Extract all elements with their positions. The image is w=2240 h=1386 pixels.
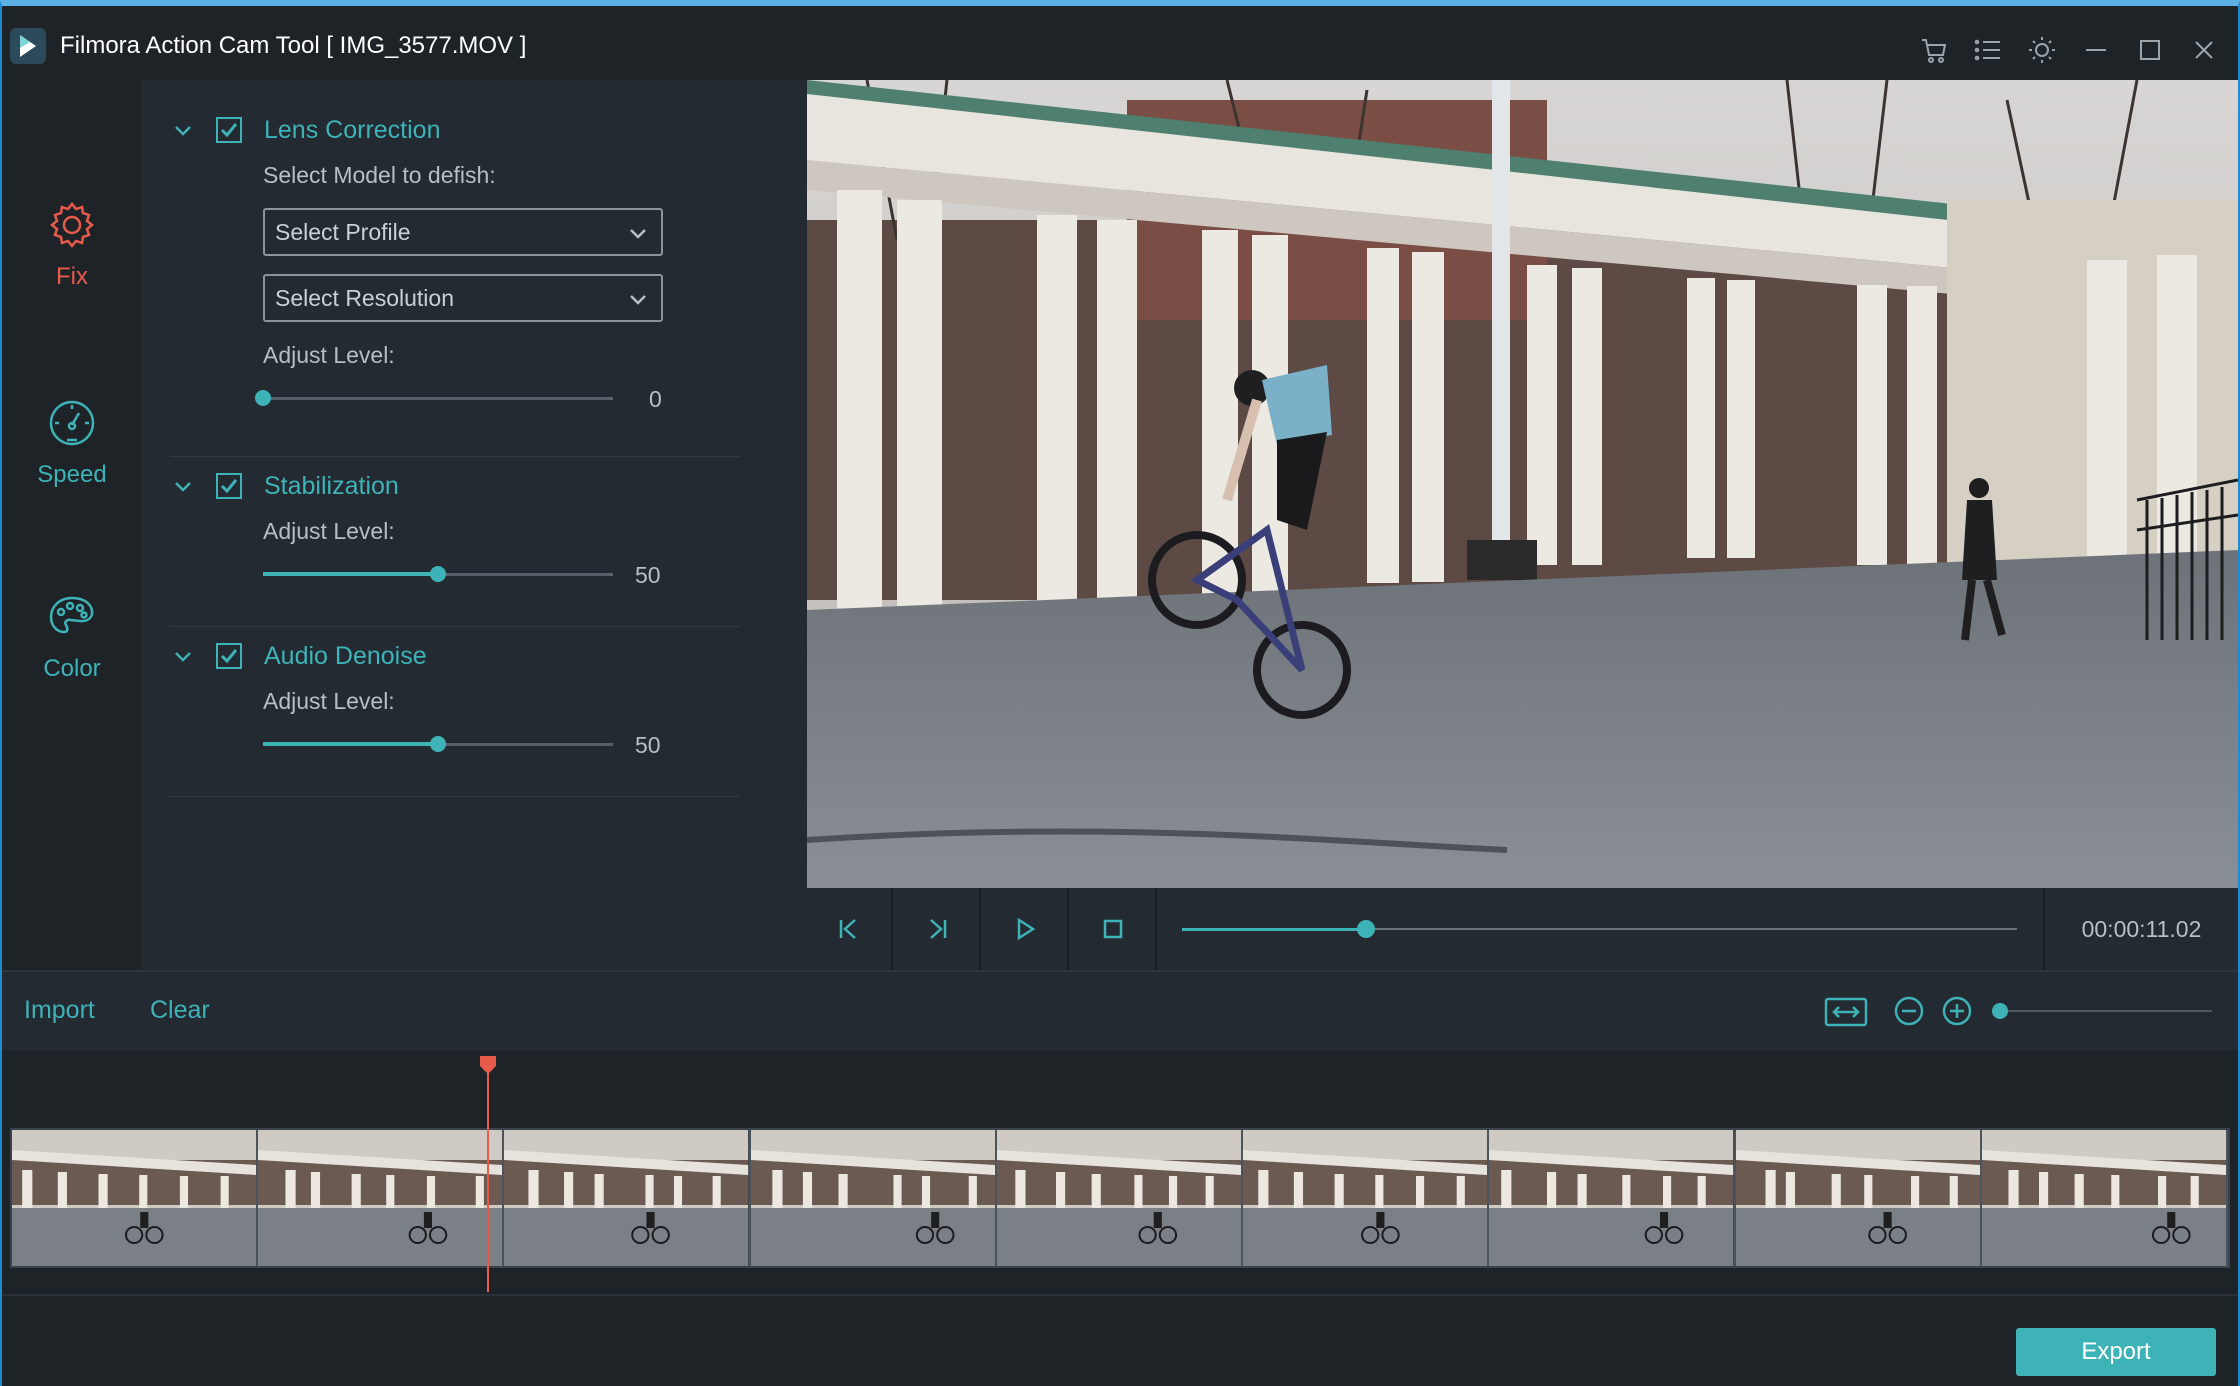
- slider-knob[interactable]: [430, 736, 446, 752]
- scrubber-fill: [1182, 928, 1366, 931]
- thumbnail-strip[interactable]: [10, 1128, 2230, 1268]
- close-icon[interactable]: [2188, 34, 2220, 66]
- rail-item-speed[interactable]: Speed: [2, 396, 142, 489]
- play-button[interactable]: [983, 888, 1069, 970]
- audio-denoise-checkbox[interactable]: [216, 643, 242, 669]
- model-label: Select Model to defish:: [263, 162, 496, 188]
- playback-controls: 00:00:11.02: [807, 888, 2238, 970]
- section-title: Audio Denoise: [264, 641, 427, 670]
- maximize-icon[interactable]: [2134, 34, 2166, 66]
- timeline-thumbnail: [258, 1130, 505, 1266]
- lens-correction-section: Lens Correction Select Model to defish: …: [170, 110, 750, 412]
- speedometer-icon: [49, 400, 95, 446]
- export-button[interactable]: Export: [2016, 1328, 2216, 1376]
- window-title: Filmora Action Cam Tool [ IMG_3577.MOV ]: [60, 32, 527, 59]
- collapse-chevron-icon[interactable]: [172, 119, 194, 141]
- playhead[interactable]: [487, 1060, 489, 1292]
- preview-frame-image: [807, 80, 2238, 888]
- skip-to-start-button[interactable]: [807, 888, 893, 970]
- lens-correction-slider[interactable]: [255, 388, 613, 408]
- skip-to-start-icon: [839, 919, 856, 939]
- zoom-slider-knob[interactable]: [1992, 1003, 2008, 1019]
- slider-value: 50: [635, 732, 661, 758]
- import-button[interactable]: Import: [24, 996, 95, 1025]
- divider: [170, 796, 740, 797]
- adjust-level-label: Adjust Level:: [263, 518, 395, 544]
- timeline[interactable]: [2, 1050, 2238, 1294]
- timeline-thumbnail: [1243, 1130, 1490, 1266]
- resolution-select-value: Select Resolution: [275, 284, 454, 311]
- profile-select-value: Select Profile: [275, 218, 411, 245]
- timeline-thumbnail: [750, 1130, 997, 1266]
- slider-fill: [263, 742, 438, 746]
- playback-scrubber[interactable]: [1182, 920, 2017, 948]
- collapse-chevron-icon[interactable]: [172, 645, 194, 667]
- scrubber-knob[interactable]: [1356, 920, 1375, 938]
- rail-label-fix: Fix: [56, 263, 88, 290]
- category-rail: Fix Speed Color: [2, 80, 142, 970]
- footer: Export: [2, 1294, 2238, 1386]
- app-window: Filmora Action Cam Tool [ IMG_3577.MOV ]: [0, 0, 2240, 1386]
- adjust-level-label: Adjust Level:: [263, 688, 395, 714]
- slider-value: 0: [649, 386, 662, 412]
- divider: [170, 626, 740, 627]
- rail-item-color[interactable]: Color: [2, 590, 142, 683]
- minimize-icon[interactable]: [2080, 34, 2112, 66]
- timeline-thumbnail: [12, 1130, 259, 1266]
- timeline-toolbar: Import Clear: [2, 970, 2238, 1050]
- timeline-thumbnail: [996, 1130, 1244, 1266]
- stop-icon: [1103, 919, 1123, 939]
- profile-select[interactable]: Select Profile: [263, 208, 663, 256]
- timecode: 00:00:11.02: [2043, 888, 2238, 970]
- video-preview[interactable]: [807, 80, 2238, 888]
- rail-label-speed: Speed: [37, 461, 107, 488]
- divider: [170, 456, 740, 457]
- timeline-thumbnail: [1489, 1130, 1736, 1266]
- cart-icon[interactable]: [1918, 34, 1950, 66]
- palette-icon: [49, 596, 94, 634]
- adjust-level-label: Adjust Level:: [263, 342, 395, 368]
- stop-button[interactable]: [1071, 888, 1157, 970]
- stabilization-checkbox[interactable]: [216, 473, 242, 499]
- timeline-thumbnail: [504, 1130, 751, 1266]
- fix-settings-panel: Lens Correction Select Model to defish: …: [142, 80, 807, 970]
- collapse-chevron-icon[interactable]: [172, 475, 194, 497]
- slider-fill: [263, 572, 438, 576]
- chevron-down-icon: [627, 288, 649, 310]
- zoom-out-icon[interactable]: [1892, 994, 1926, 1028]
- timeline-thumbnail: [1981, 1130, 2228, 1266]
- gear-icon: [49, 201, 95, 249]
- brightness-icon[interactable]: [2026, 34, 2058, 66]
- play-icon: [1017, 917, 1036, 941]
- lens-correction-checkbox[interactable]: [216, 117, 242, 143]
- section-title: Stabilization: [264, 471, 399, 500]
- app-logo-icon: [10, 28, 46, 64]
- rail-item-fix[interactable]: Fix: [2, 198, 142, 291]
- zoom-in-icon[interactable]: [1940, 994, 1974, 1028]
- section-title: Lens Correction: [264, 115, 441, 144]
- zoom-slider[interactable]: [1992, 1003, 2212, 1019]
- slider-knob[interactable]: [255, 390, 271, 406]
- list-icon[interactable]: [1972, 34, 2004, 66]
- slider-value: 50: [635, 562, 661, 588]
- rail-label-color: Color: [43, 655, 101, 682]
- next-frame-icon: [930, 919, 947, 939]
- audio-denoise-slider[interactable]: [263, 734, 613, 754]
- audio-denoise-section: Audio Denoise Adjust Level: 50: [170, 636, 750, 786]
- chevron-down-icon: [627, 222, 649, 244]
- title-bar: Filmora Action Cam Tool [ IMG_3577.MOV ]: [2, 6, 2238, 80]
- stabilization-slider[interactable]: [263, 564, 613, 584]
- next-frame-button[interactable]: [895, 888, 981, 970]
- playhead-handle-icon[interactable]: [478, 1056, 498, 1076]
- clear-button[interactable]: Clear: [150, 996, 210, 1025]
- resolution-select[interactable]: Select Resolution: [263, 274, 663, 322]
- slider-knob[interactable]: [430, 566, 446, 582]
- fit-timeline-icon[interactable]: [1824, 994, 1868, 1030]
- stabilization-section: Stabilization Adjust Level: 50: [170, 466, 750, 616]
- timeline-thumbnail: [1735, 1130, 1982, 1266]
